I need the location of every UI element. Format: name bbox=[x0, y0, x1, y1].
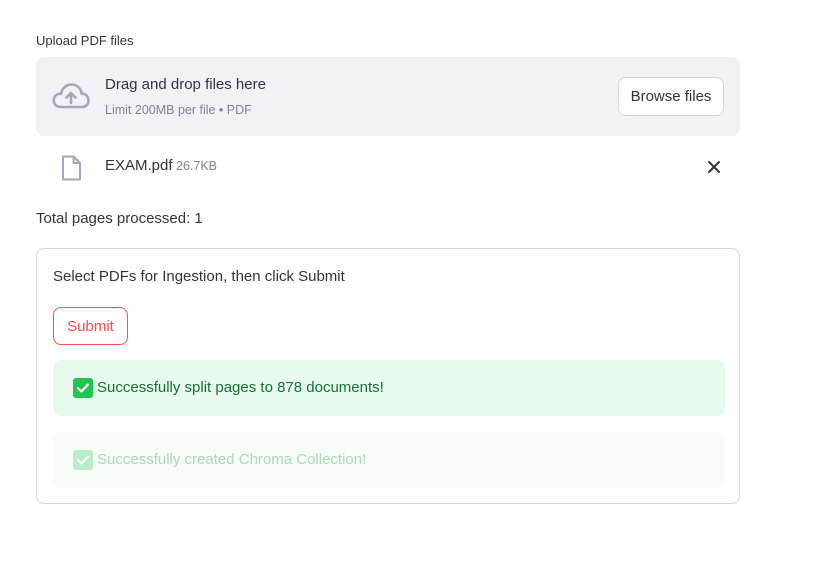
close-icon[interactable] bbox=[706, 159, 722, 175]
cloud-upload-icon bbox=[52, 83, 90, 109]
browse-files-button[interactable]: Browse files bbox=[618, 77, 724, 116]
file-name: EXAM.pdf bbox=[105, 157, 173, 174]
ingestion-form: Select PDFs for Ingestion, then click Su… bbox=[36, 248, 740, 504]
check-icon bbox=[73, 450, 93, 470]
alert-text: Successfully split pages to 878 document… bbox=[97, 379, 384, 396]
file-dropzone[interactable]: Drag and drop files here Limit 200MB per… bbox=[36, 57, 740, 136]
success-alert-chroma: Successfully created Chroma Collection! bbox=[53, 432, 725, 488]
submit-button[interactable]: Submit bbox=[53, 307, 128, 345]
file-size: 26.7KB bbox=[176, 159, 218, 173]
file-icon bbox=[62, 155, 81, 181]
dropzone-title: Drag and drop files here bbox=[105, 76, 266, 93]
form-title: Select PDFs for Ingestion, then click Su… bbox=[53, 268, 345, 285]
check-icon bbox=[73, 378, 93, 398]
uploaded-file-row: EXAM.pdf 26.7KB bbox=[36, 148, 740, 186]
upload-label: Upload PDF files bbox=[36, 33, 134, 48]
alert-text: Successfully created Chroma Collection! bbox=[97, 451, 367, 468]
success-alert-split: Successfully split pages to 878 document… bbox=[53, 360, 725, 416]
total-pages-text: Total pages processed: 1 bbox=[36, 210, 203, 227]
dropzone-subtitle: Limit 200MB per file • PDF bbox=[105, 103, 252, 117]
